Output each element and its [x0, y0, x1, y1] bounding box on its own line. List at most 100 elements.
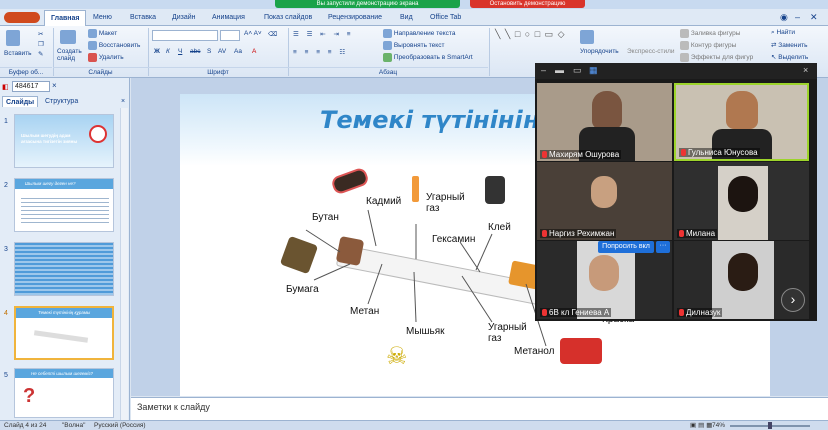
doc-tab[interactable]: 484617 [12, 81, 50, 92]
delete-label: Удалить [98, 54, 124, 62]
ribbon-tabs: Главная Меню Вставка Дизайн Анимация Пок… [0, 9, 828, 26]
quick-styles-label[interactable]: Экспресс-стили [627, 48, 675, 55]
participant-name: Наргиз Рехимжан [540, 229, 617, 238]
clear-format-icon[interactable]: ⌫ [268, 30, 277, 38]
notes-field[interactable]: Заметки к слайду [131, 397, 828, 420]
arrange-button[interactable] [580, 30, 594, 44]
case-icon[interactable]: Aa [234, 48, 242, 55]
more-options-button[interactable]: ··· [656, 241, 670, 253]
font-color-icon[interactable]: A [252, 48, 256, 55]
thumb-title: Шылым шегу деген не? [25, 181, 76, 186]
text-direction-button[interactable]: Направление текста [383, 29, 455, 38]
group-clipboard: Буфер об... [0, 67, 52, 77]
font-size-select[interactable] [220, 30, 240, 41]
shape-outline-button[interactable]: Контур фигуры [680, 41, 736, 50]
help-icon[interactable]: ◉ [780, 12, 788, 23]
video-tile-active-speaker[interactable]: Гульниса Юнусова [674, 83, 809, 161]
thumbnails-scrollbar[interactable] [120, 108, 128, 420]
muted-mic-icon [542, 309, 547, 317]
cut-icon[interactable]: ✂ [38, 30, 43, 38]
font-grow-icon[interactable]: A˄ A˅ [244, 30, 262, 37]
tab-home[interactable]: Главная [44, 10, 87, 26]
tab-slideshow[interactable]: Показ слайдов [264, 12, 312, 23]
restore-button[interactable]: Восстановить [88, 41, 140, 50]
slide-number: 4 [4, 310, 8, 317]
thumb-title: Шылым шегудің адам ағзасына тигізетін зи… [21, 133, 78, 144]
shapes-gallery[interactable]: ╲ ╲ □ ○ □ ▭ ◇ [495, 29, 573, 40]
group-paragraph: Абзац [288, 67, 488, 77]
slide-thumbnail[interactable] [14, 242, 114, 296]
doc-tab-close-icon[interactable]: × [52, 81, 57, 90]
select-button[interactable]: ↖ Выделить [771, 53, 808, 61]
replace-button[interactable]: ⇄ Заменить [771, 41, 807, 49]
shape-effects-button[interactable]: Эффекты для фигур [680, 53, 753, 62]
muted-mic-icon [679, 230, 684, 238]
participant-avatar [589, 255, 619, 291]
participant-avatar [592, 91, 622, 129]
smartart-button[interactable]: Преобразовать в SmartArt [383, 53, 473, 62]
tab-animation[interactable]: Анимация [212, 12, 245, 23]
stop-share-button[interactable]: Остановить демонстрацию [470, 0, 585, 8]
close-panel-icon[interactable]: × [118, 96, 128, 107]
tab-slides[interactable]: Слайды [2, 96, 39, 107]
replace-icon: ⇄ [771, 42, 777, 49]
minimize-icon[interactable]: – [795, 12, 800, 23]
layout-button[interactable]: Макет [88, 29, 117, 38]
tab-insert[interactable]: Вставка [130, 12, 156, 23]
status-language: Русский (Россия) [94, 422, 146, 429]
tab-menu[interactable]: Меню [93, 12, 112, 23]
format-painter-icon[interactable]: ✎ [38, 50, 43, 58]
muted-mic-icon [681, 149, 686, 157]
gallery-view-icon[interactable]: ▦ [589, 65, 598, 76]
label-geksamin: Гексамин [432, 234, 476, 245]
tab-review[interactable]: Рецензирование [328, 12, 382, 23]
video-close-icon[interactable]: × [803, 65, 808, 75]
slide-thumbnail[interactable]: Шылым шегудің адам ағзасына тигізетін зи… [14, 114, 114, 168]
select-label: Выделить [778, 54, 809, 61]
align-text-icon [383, 41, 392, 50]
tab-office-tab[interactable]: Office Tab [430, 12, 461, 23]
arrange-icon [580, 30, 594, 44]
find-button[interactable]: ⌕ Найти [771, 29, 795, 37]
tab-outline[interactable]: Структура [42, 96, 81, 107]
delete-button[interactable]: Удалить [88, 53, 124, 62]
create-slide-button[interactable] [60, 30, 76, 44]
slide-thumbnail[interactable]: Не себепті шылым шегеміз? ? [14, 368, 114, 418]
shadow-icon[interactable]: S [207, 48, 211, 55]
thumb-title: Темекі түтінінің құрамы [38, 310, 91, 315]
thumb-title: Не себепті шылым шегеміз? [31, 371, 94, 376]
participant-name: Милана [677, 229, 718, 238]
copy-icon[interactable]: ❐ [38, 40, 44, 48]
label-myshyak: Мышьяк [406, 326, 445, 337]
slide-thumbnail[interactable]: Шылым шегу деген не? [14, 178, 114, 232]
minimize-video-icon[interactable]: – [541, 65, 546, 75]
video-tile[interactable]: Махирям Ошурова [537, 83, 672, 161]
font-name-select[interactable] [152, 30, 218, 41]
video-tile[interactable]: Милана [674, 162, 809, 240]
view-buttons[interactable]: ▣▤▦ [690, 421, 714, 430]
office-button[interactable] [4, 12, 40, 23]
align-buttons[interactable]: ≡ ≡ ≡ ≡ ☷ [293, 48, 348, 56]
list-buttons[interactable]: ☰ ☰ ⇤ ⇥ ≡ [293, 30, 354, 38]
ask-to-unmute-button[interactable]: Попросить вкл [598, 241, 654, 253]
paste-icon [6, 30, 20, 46]
zoom-slider-thumb[interactable] [768, 422, 772, 429]
italic-icon[interactable]: К [166, 48, 170, 55]
speaker-view-icon[interactable]: ▬ [555, 65, 564, 75]
align-text-button[interactable]: Выровнять текст [383, 41, 444, 50]
slide-thumbnail-selected[interactable]: Темекі түтінінің құрамы [14, 306, 114, 360]
strike-icon[interactable]: abc [190, 48, 200, 55]
paste-button[interactable] [6, 30, 20, 46]
shape-fill-button[interactable]: Заливка фигуры [680, 29, 740, 38]
underline-icon[interactable]: Ч [178, 48, 182, 55]
bold-icon[interactable]: Ж [154, 48, 160, 55]
close-icon[interactable]: ✕ [810, 12, 818, 23]
effects-icon [680, 53, 689, 62]
smartart-label: Преобразовать в SmartArt [393, 54, 473, 62]
spacing-icon[interactable]: AV [218, 48, 226, 55]
video-tile[interactable]: Наргиз Рехимжан [537, 162, 672, 240]
next-page-button[interactable]: › [781, 288, 805, 312]
strip-view-icon[interactable]: ▭ [573, 65, 582, 76]
tab-view[interactable]: Вид [400, 12, 413, 23]
tab-design[interactable]: Дизайн [172, 12, 196, 23]
